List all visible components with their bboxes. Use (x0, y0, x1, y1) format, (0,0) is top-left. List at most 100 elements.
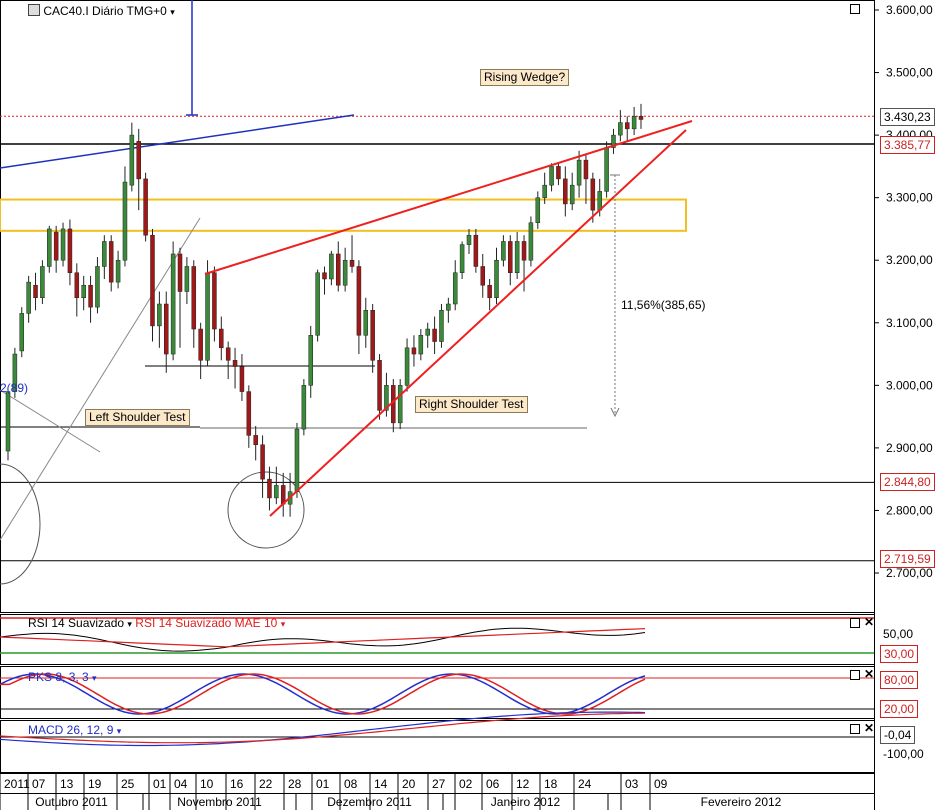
macd-value: -0,04 (880, 726, 916, 744)
candle-down (136, 141, 141, 180)
price-box-2719: 2.719,59 (880, 550, 935, 568)
candle-up (631, 116, 637, 130)
candle-down (53, 231, 59, 261)
candle-up (549, 166, 554, 186)
pks-close-icon[interactable]: ✕ (864, 667, 874, 681)
rsi-close-icon[interactable]: ✕ (864, 615, 874, 629)
candle-up (5, 391, 11, 452)
candle-up (47, 228, 52, 267)
pks-label[interactable]: PKS 8, 3, 3 ▾ (28, 670, 97, 684)
candle-down (219, 328, 224, 349)
candle-up (129, 134, 135, 186)
candle-down (322, 272, 327, 280)
x-tick-label: 13 (60, 777, 74, 791)
candle-down (370, 310, 375, 361)
candle-up (60, 228, 66, 261)
y-tick-label: 3.000,00 (886, 378, 933, 392)
candle-up (494, 259, 499, 299)
last-price-box: 3.430,23 (880, 108, 935, 126)
candle-up (569, 184, 575, 205)
maximize-icon[interactable] (850, 4, 860, 14)
chevron-down-icon[interactable]: ▾ (92, 673, 97, 683)
x-tick-label: 06 (486, 777, 500, 791)
blue-trendline (0, 114, 355, 169)
price-box-2844: 2.844,80 (880, 473, 935, 491)
candle-down (67, 228, 73, 273)
candle-up (514, 241, 520, 273)
x-tick-label: 01 (316, 777, 330, 791)
candle-down (253, 435, 258, 446)
candle-up (315, 272, 320, 336)
candle-down (336, 253, 341, 286)
candle-up (274, 485, 279, 499)
rising-wedge-label: Rising Wedge? (480, 69, 570, 86)
y-tick-label: 3.500,00 (886, 66, 933, 80)
pks-level-20: 20,00 (880, 700, 919, 718)
bottom-circle (227, 471, 305, 549)
macd-label[interactable]: MACD 26, 12, 9 ▾ (28, 723, 121, 737)
rsi-mae-line (0, 628, 646, 648)
month-label: Janeiro 2012 (491, 795, 561, 809)
macd-panel-border (0, 720, 875, 773)
candle-down (108, 241, 114, 283)
candle-down (556, 166, 561, 180)
chevron-down-icon[interactable]: ▾ (127, 619, 132, 629)
candle-up (363, 310, 369, 336)
candle-down (246, 391, 252, 436)
candle-down (508, 241, 513, 273)
candle-up (115, 259, 121, 283)
pks-maximize-icon[interactable] (850, 670, 860, 680)
month-label: Novembro 2011 (177, 795, 262, 809)
candle-down (191, 266, 197, 330)
candle-down (624, 122, 630, 130)
macd-maximize-icon[interactable] (850, 724, 860, 734)
candle-down (143, 178, 148, 236)
rsi-maximize-icon[interactable] (850, 618, 860, 628)
rsi-level-50: 50,00 (883, 627, 914, 641)
candle-up (184, 266, 190, 292)
right-shoulder-label: Right Shoulder Test (415, 396, 528, 413)
measure-label: 11,56%(385,65) (621, 298, 706, 312)
left-shoulder-label: Left Shoulder Test (85, 409, 190, 426)
candle-up (466, 234, 472, 245)
macd-close-icon[interactable]: ✕ (864, 721, 874, 735)
candle-up (95, 266, 100, 308)
candle-up (501, 241, 506, 261)
x-tick-label: 22 (259, 777, 273, 791)
pks-level-80: 80,00 (880, 671, 919, 689)
candle-up (81, 284, 86, 299)
candle-down (33, 284, 38, 299)
candle-up (459, 244, 465, 273)
rsi-label-text: RSI 14 Suavizado (28, 616, 125, 630)
candle-up (40, 266, 45, 299)
candle-up (122, 181, 128, 261)
candle-up (542, 184, 547, 198)
candle-up (425, 328, 430, 336)
month-label: Dezembro 2011 (327, 795, 412, 809)
candle-up (329, 253, 334, 280)
candle-down (411, 347, 417, 355)
chevron-down-icon[interactable]: ▾ (117, 726, 122, 736)
x-tick-label: 27 (432, 777, 446, 791)
macd-level: -100,00 (883, 747, 924, 761)
candle-down (638, 116, 644, 120)
x-tick-label: 14 (374, 777, 388, 791)
chevron-down-icon[interactable]: ▾ (170, 7, 175, 17)
candle-down (583, 159, 589, 180)
rsi-line (0, 627, 646, 652)
candle-up (170, 253, 176, 355)
y-tick-label: 3.600,00 (886, 3, 933, 17)
gray-diagonal (0, 217, 201, 541)
y-tick-label: 2.800,00 (886, 503, 933, 517)
x-tick-label: 02 (459, 777, 473, 791)
chevron-down-icon[interactable]: ▾ (281, 619, 286, 629)
chart-header[interactable]: CAC40.I Diário TMG+0 ▾ (28, 4, 175, 18)
pks-label-text: PKS 8, 3, 3 (28, 670, 89, 684)
y-tick-label: 2.700,00 (886, 566, 933, 580)
rsi-label[interactable]: RSI 14 Suavizado ▾ RSI 14 Suavizado MAE … (28, 616, 285, 630)
candle-down (356, 266, 362, 336)
x-tick-label: 10 (200, 777, 214, 791)
candle-down (232, 360, 238, 367)
x-tick-label: 19 (88, 777, 102, 791)
x-tick-label: 25 (121, 777, 135, 791)
